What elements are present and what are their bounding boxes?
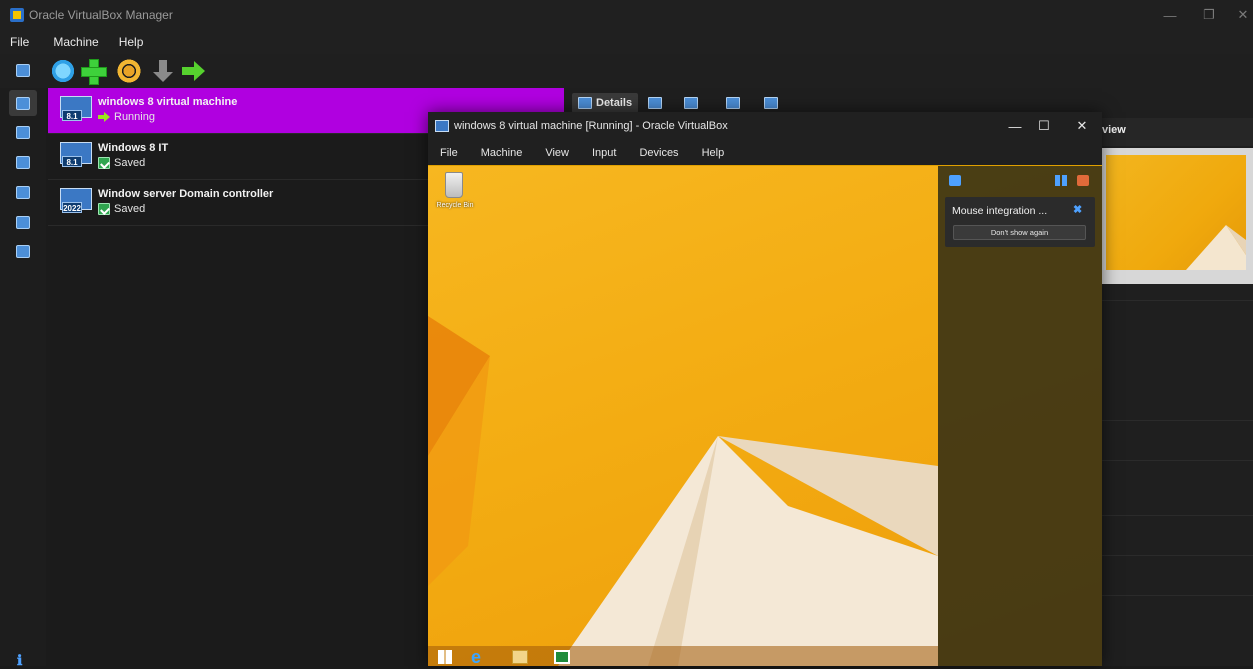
file-explorer-icon[interactable] bbox=[512, 650, 528, 664]
preview-header: view bbox=[1100, 118, 1253, 146]
tools-sidebar bbox=[0, 88, 46, 666]
vm-window-icon bbox=[435, 120, 449, 132]
settings-gear-icon[interactable] bbox=[116, 58, 142, 84]
minimize-button[interactable]: — bbox=[1153, 0, 1187, 30]
trash-can-icon bbox=[445, 172, 463, 198]
toolbar bbox=[0, 54, 1253, 88]
guest-taskbar bbox=[428, 646, 938, 666]
close-button[interactable]: ✕ bbox=[1226, 0, 1253, 30]
tab-snapshots[interactable] bbox=[648, 93, 666, 113]
internet-explorer-icon[interactable]: e bbox=[471, 648, 489, 666]
tab-file-manager[interactable] bbox=[764, 93, 782, 113]
vm-menu-view[interactable]: View bbox=[533, 147, 580, 159]
vm-name: windows 8 virtual machine bbox=[98, 96, 238, 108]
window-title: Oracle VirtualBox Manager bbox=[29, 8, 173, 22]
vm-name: Window server Domain controller bbox=[98, 188, 274, 200]
sidebar-network-icon[interactable] bbox=[16, 186, 30, 199]
windows-os-icon: 8.1 bbox=[60, 142, 92, 172]
vm-name: Windows 8 IT bbox=[98, 142, 169, 154]
vm-menu-input[interactable]: Input bbox=[580, 147, 627, 159]
sidebar-media-icon[interactable] bbox=[16, 156, 30, 169]
vm-maximize-button[interactable]: ☐ bbox=[1026, 112, 1062, 140]
recycle-bin-label: Recycle Bin bbox=[436, 202, 474, 209]
info-icon[interactable]: ℹ bbox=[17, 652, 27, 668]
vm-state: Saved bbox=[98, 203, 145, 215]
recycle-bin-icon[interactable]: Recycle Bin bbox=[436, 170, 473, 218]
sidebar-activity-icon[interactable] bbox=[16, 245, 30, 258]
menu-file[interactable]: File bbox=[0, 35, 39, 49]
menu-machine[interactable]: Machine bbox=[39, 35, 108, 49]
file-manager-icon bbox=[764, 97, 778, 109]
discard-arrow-icon[interactable] bbox=[150, 58, 176, 84]
logs-icon bbox=[684, 97, 698, 109]
virtualbox-logo-icon bbox=[10, 8, 24, 22]
preview-wallpaper bbox=[1186, 225, 1246, 270]
store-icon[interactable] bbox=[554, 650, 570, 664]
vm-close-button[interactable]: ✕ bbox=[1064, 112, 1100, 140]
sort-icon[interactable] bbox=[1055, 175, 1067, 186]
sidebar-vm-icon[interactable] bbox=[16, 126, 30, 139]
machine-tools-icon[interactable] bbox=[16, 64, 30, 77]
menu-bar: File Machine Help bbox=[0, 30, 1253, 54]
vm-window-title: windows 8 virtual machine [Running] - Or… bbox=[454, 120, 728, 132]
tab-details[interactable]: Details bbox=[572, 93, 639, 113]
start-arrow-icon[interactable] bbox=[180, 58, 206, 84]
tab-activity[interactable] bbox=[726, 93, 744, 113]
tab-logs[interactable] bbox=[684, 93, 702, 113]
vm-menu-bar: File Machine View Input Devices Help bbox=[428, 140, 1102, 166]
details-icon bbox=[578, 97, 592, 109]
vm-menu-devices[interactable]: Devices bbox=[627, 147, 689, 159]
sidebar-machines-icon[interactable] bbox=[16, 97, 30, 110]
dont-show-again-button[interactable]: Don't show again bbox=[953, 225, 1086, 240]
running-arrow-icon bbox=[98, 111, 110, 123]
new-burst-icon[interactable] bbox=[50, 58, 76, 84]
clear-all-icon[interactable] bbox=[1077, 175, 1089, 186]
add-icon[interactable] bbox=[80, 58, 107, 85]
notification-close-icon[interactable]: ✖ bbox=[1073, 203, 1082, 216]
preview-thumbnail bbox=[1106, 155, 1246, 270]
activity-icon bbox=[726, 97, 740, 109]
vm-state: Running bbox=[98, 111, 155, 123]
menu-help[interactable]: Help bbox=[109, 35, 154, 49]
vm-menu-help[interactable]: Help bbox=[690, 147, 736, 159]
vm-state: Saved bbox=[98, 157, 145, 169]
vm-menu-file[interactable]: File bbox=[428, 147, 469, 159]
restore-button[interactable]: ❐ bbox=[1192, 0, 1226, 30]
notification-bell-icon[interactable] bbox=[949, 175, 961, 186]
vm-menu-machine[interactable]: Machine bbox=[469, 147, 534, 159]
title-bar: Oracle VirtualBox Manager — ❐ ✕ bbox=[0, 0, 1253, 30]
sidebar-cloud-icon[interactable] bbox=[16, 216, 30, 229]
windows-start-icon[interactable] bbox=[438, 650, 452, 664]
notification-message: Mouse integration ... bbox=[952, 205, 1048, 217]
saved-state-icon bbox=[98, 157, 110, 169]
saved-state-icon bbox=[98, 203, 110, 215]
snapshots-icon bbox=[648, 97, 662, 109]
windows-os-icon: 8.1 bbox=[60, 96, 92, 126]
windows-server-os-icon: 2022 bbox=[60, 188, 92, 218]
